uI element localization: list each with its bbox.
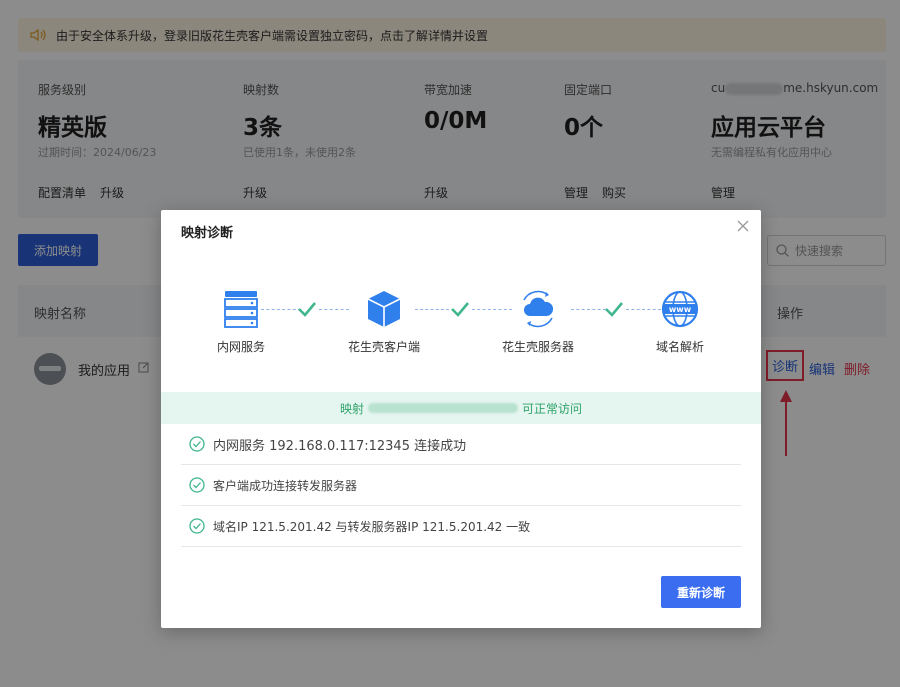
check-circle-icon [189,477,205,493]
check-text: 域名IP 121.5.201.42 与转发服务器IP 121.5.201.42 … [213,519,531,534]
banner-prefix: 映射 [339,401,364,416]
node-label: 域名解析 [655,340,704,354]
check-text: 内网服务 192.168.0.117:12345 连接成功 [213,438,467,454]
node-intranet-service: 内网服务 [191,290,291,355]
check-item: 域名IP 121.5.201.42 与转发服务器IP 121.5.201.42 … [181,506,741,547]
rediagnose-button[interactable]: 重新诊断 [661,576,741,608]
redacted-blur [368,403,518,413]
node-label: 内网服务 [216,340,265,354]
node-dns: www 域名解析 [630,290,730,355]
cloud-sync-icon [523,290,554,328]
check-item: 客户端成功连接转发服务器 [181,465,741,506]
modal-title: 映射诊断 [181,226,234,241]
close-icon[interactable] [735,218,751,234]
diagnosis-modal: 映射诊断 内网服务 花生壳客户端 花生壳服务器 www 域名解析 映射 可正常访… [161,210,761,628]
check-icon [451,302,469,317]
node-label: 花生壳客户端 [347,340,420,354]
node-client: 花生壳客户端 [334,290,434,355]
banner-suffix: 可正常访问 [522,401,583,416]
globe-www-icon: www [661,290,699,328]
connector-line [261,309,301,310]
check-icon [605,302,623,317]
check-text: 客户端成功连接转发服务器 [213,478,358,493]
connector-line [571,309,606,310]
status-banner: 映射 可正常访问 [161,392,761,424]
www-label: www [669,305,692,314]
server-icon [224,291,258,328]
cube-icon [367,291,401,327]
connector-line [415,309,449,310]
check-icon [298,302,316,317]
node-server: 花生壳服务器 [488,290,588,355]
node-label: 花生壳服务器 [501,340,574,354]
check-circle-icon [189,518,205,534]
check-circle-icon [189,436,205,452]
check-item: 内网服务 192.168.0.117:12345 连接成功 [181,424,741,465]
